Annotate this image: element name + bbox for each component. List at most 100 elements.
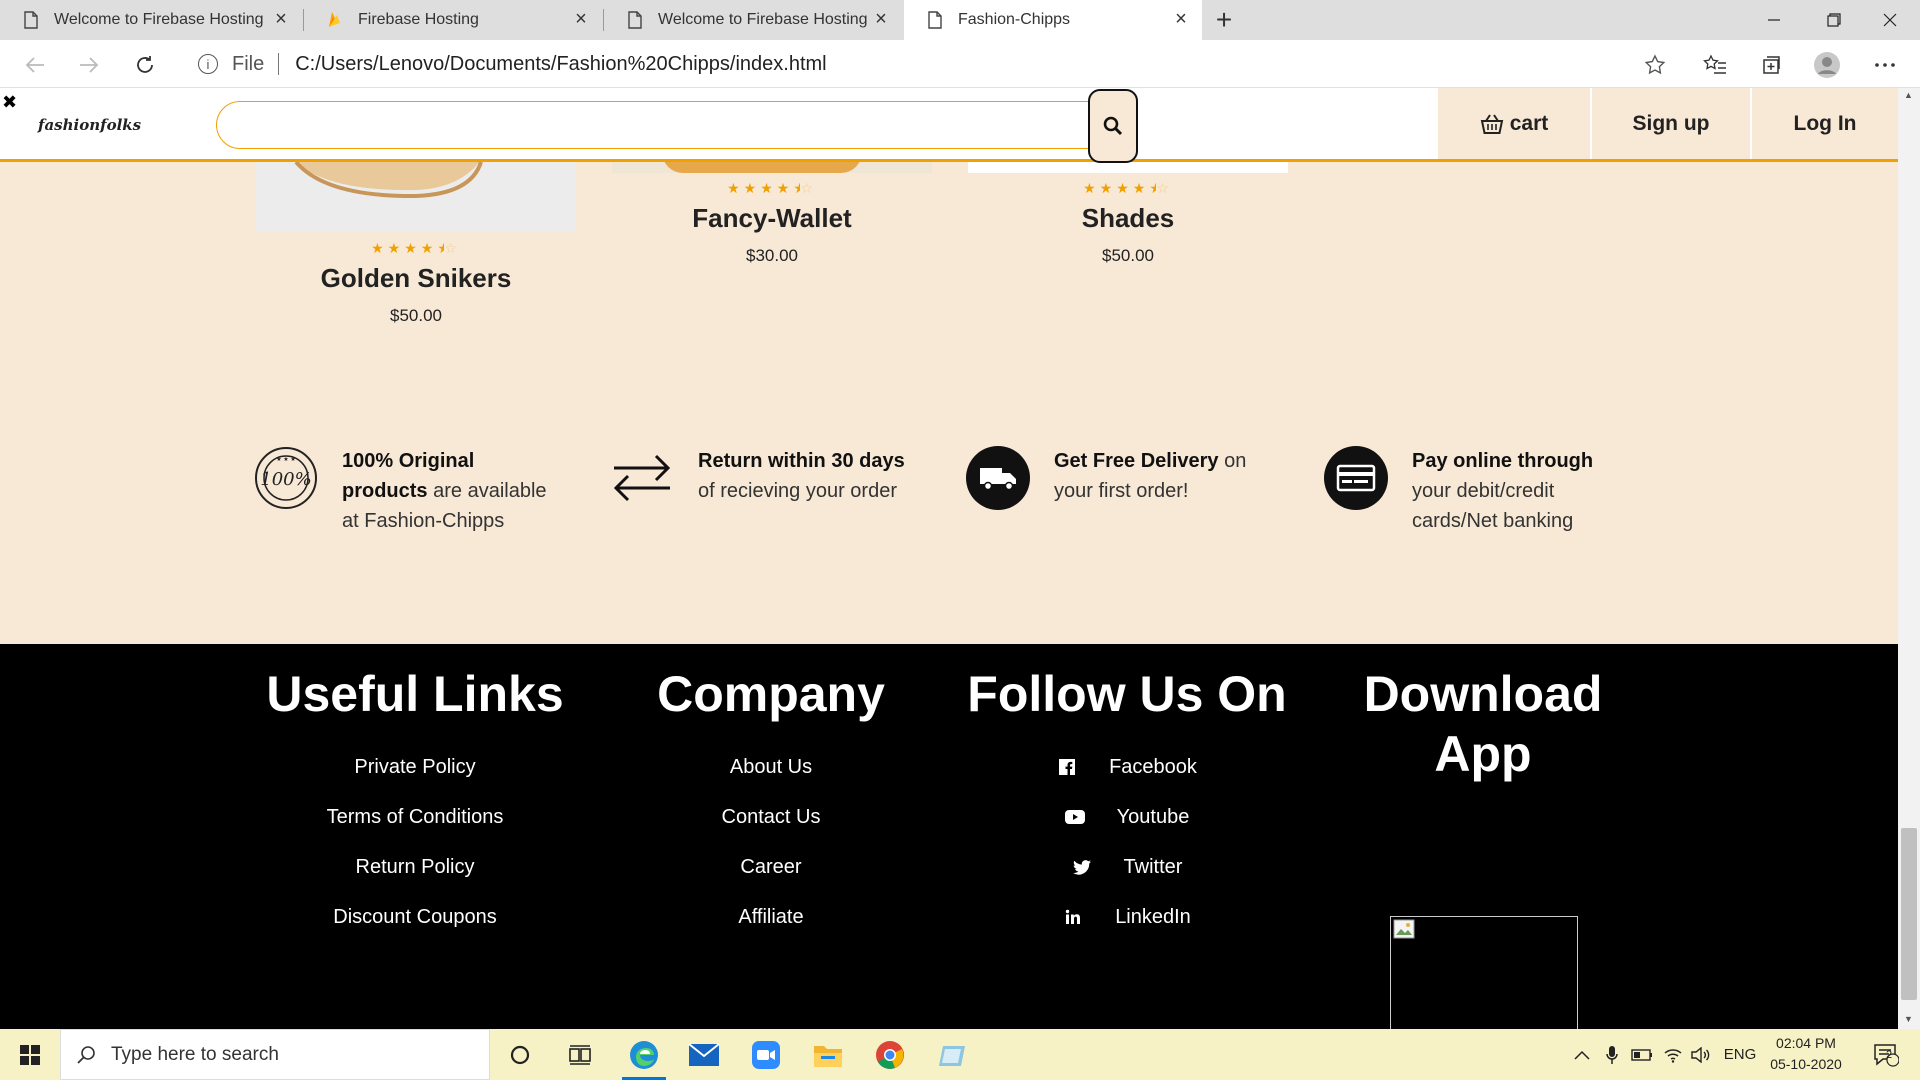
sneaker-image	[286, 152, 486, 199]
site-footer: Useful Links Private Policy Terms of Con…	[0, 644, 1898, 1029]
microphone-tray[interactable]	[1600, 1029, 1624, 1080]
refresh-button[interactable]	[128, 48, 162, 82]
minimize-icon	[1768, 19, 1780, 21]
social-label: Facebook	[1109, 756, 1197, 778]
browser-tab-strip: Welcome to Firebase Hosting × Firebase H…	[0, 0, 1920, 40]
arrow-right-icon	[80, 57, 99, 73]
signup-button[interactable]: Sign up	[1592, 88, 1750, 159]
battery-tray[interactable]	[1628, 1029, 1656, 1080]
footer-link[interactable]: Discount Coupons	[250, 892, 580, 942]
forward-button[interactable]	[72, 48, 106, 82]
scrollbar-thumb[interactable]	[1901, 828, 1917, 1000]
taskbar-search-box[interactable]: Type here to search	[60, 1029, 490, 1080]
tab-title: Fashion-Chipps	[958, 11, 1071, 28]
taskbar-edge[interactable]	[614, 1029, 674, 1080]
app-download-image-broken[interactable]	[1390, 916, 1578, 1029]
close-tab-icon[interactable]: ×	[570, 8, 592, 30]
new-tab-button[interactable]: +	[1208, 4, 1240, 36]
footer-link[interactable]: Private Policy	[250, 742, 580, 792]
youtube-icon	[1064, 807, 1085, 827]
scroll-up-arrow-icon[interactable]: ▲	[1904, 90, 1913, 100]
cortana-button[interactable]	[490, 1029, 550, 1080]
footer-follow: Follow Us On Facebook Youtube Twitter Li…	[962, 664, 1292, 942]
browser-tab-1[interactable]: Welcome to Firebase Hosting ×	[0, 0, 302, 40]
more-dots-icon	[1875, 63, 1895, 67]
speaker-icon	[1691, 1046, 1710, 1063]
taskbar-file-explorer[interactable]	[798, 1029, 858, 1080]
language-indicator[interactable]: ENG	[1720, 1029, 1760, 1080]
social-link-linkedin[interactable]: LinkedIn	[962, 892, 1292, 942]
footer-download-app: Download App	[1318, 664, 1648, 784]
clock-time: 02:04 PM	[1776, 1035, 1836, 1051]
address-bar[interactable]: i File C:/Users/Lenovo/Documents/Fashion…	[182, 45, 1680, 83]
show-hidden-icons-button[interactable]	[1570, 1029, 1594, 1080]
footer-link[interactable]: Terms of Conditions	[250, 792, 580, 842]
footer-link[interactable]: Return Policy	[250, 842, 580, 892]
guarantee-seal-icon: 100% ★ ★ ★	[254, 446, 318, 510]
close-tab-icon[interactable]: ×	[270, 8, 292, 30]
favorites-button[interactable]	[1698, 48, 1732, 82]
close-tab-icon[interactable]: ×	[1170, 8, 1192, 30]
footer-link[interactable]: Affiliate	[606, 892, 936, 942]
login-button[interactable]: Log In	[1752, 88, 1898, 159]
social-link-twitter[interactable]: Twitter	[962, 842, 1292, 892]
firebase-icon	[326, 10, 344, 30]
search-button[interactable]	[1088, 89, 1138, 163]
minimize-button[interactable]	[1744, 0, 1804, 40]
product-name[interactable]: Golden Snikers	[256, 263, 576, 294]
browser-tab-3[interactable]: Welcome to Firebase Hosting ×	[604, 0, 902, 40]
taskbar-chrome[interactable]	[860, 1029, 920, 1080]
action-center-button[interactable]: 2	[1866, 1029, 1906, 1080]
back-button[interactable]	[18, 48, 52, 82]
svg-text:100%: 100%	[260, 469, 311, 490]
product-card-shades[interactable]: ★★★★★☆ Shades $50.00	[968, 180, 1288, 266]
product-name[interactable]: Shades	[968, 203, 1288, 234]
wifi-tray[interactable]	[1660, 1029, 1686, 1080]
settings-menu-button[interactable]	[1868, 48, 1902, 82]
footer-heading: Follow Us On	[967, 666, 1287, 722]
start-button[interactable]	[0, 1029, 60, 1080]
product-name[interactable]: Fancy-Wallet	[612, 203, 932, 234]
close-tab-icon[interactable]: ×	[870, 8, 892, 30]
browser-tab-2[interactable]: Firebase Hosting ×	[304, 0, 602, 40]
collections-button[interactable]	[1754, 48, 1788, 82]
volume-tray[interactable]	[1688, 1029, 1714, 1080]
social-link-youtube[interactable]: Youtube	[962, 792, 1292, 842]
search-input[interactable]	[216, 101, 1090, 149]
cart-label: cart	[1509, 111, 1549, 135]
footer-link[interactable]: Career	[606, 842, 936, 892]
url-text[interactable]: C:/Users/Lenovo/Documents/Fashion%20Chip…	[295, 53, 826, 76]
close-window-button[interactable]	[1860, 0, 1920, 40]
scroll-down-arrow-icon[interactable]: ▼	[1904, 1014, 1913, 1024]
site-header: ✖ fashionfolks cart Sign up Log In	[0, 88, 1898, 163]
svg-text:★ ★ ★: ★ ★ ★	[276, 456, 295, 463]
task-view-button[interactable]	[550, 1029, 610, 1080]
taskbar-app[interactable]	[922, 1029, 982, 1080]
info-icon[interactable]: i	[198, 54, 218, 74]
restore-button[interactable]	[1804, 0, 1864, 40]
feature-bold-text: Get Free Delivery	[1054, 450, 1219, 472]
close-icon[interactable]: ✖	[2, 92, 17, 113]
taskbar-clock[interactable]: 02:04 PM 05-10-2020	[1764, 1033, 1848, 1075]
brand-logo[interactable]: fashionfolks	[38, 116, 141, 134]
mail-icon	[688, 1042, 720, 1066]
cart-button[interactable]: cart	[1438, 88, 1590, 159]
footer-link[interactable]: Contact Us	[606, 792, 936, 842]
taskbar-zoom[interactable]	[736, 1029, 796, 1080]
footer-link[interactable]: About Us	[606, 742, 936, 792]
product-card-golden-snikers[interactable]: ★★★★★☆ Golden Snikers $50.00	[256, 240, 576, 326]
favorite-star-button[interactable]	[1638, 48, 1672, 82]
social-label: LinkedIn	[1115, 906, 1191, 928]
product-image-golden-snikers[interactable]	[256, 152, 576, 232]
social-link-facebook[interactable]: Facebook	[962, 742, 1292, 792]
taskbar-mail[interactable]	[674, 1029, 734, 1080]
avatar-icon	[1814, 52, 1840, 78]
favorites-list-icon	[1703, 54, 1726, 74]
profile-button[interactable]	[1810, 48, 1844, 82]
product-card-fancy-wallet[interactable]: ★★★★★☆ Fancy-Wallet $30.00	[612, 180, 932, 266]
social-label: Youtube	[1116, 806, 1190, 828]
page-icon	[626, 10, 644, 30]
feature-free-delivery: Get Free Delivery on your first order!	[966, 446, 1266, 510]
footer-company: Company About Us Contact Us Career Affil…	[606, 664, 936, 942]
browser-tab-4-active[interactable]: Fashion-Chipps ×	[904, 0, 1202, 40]
